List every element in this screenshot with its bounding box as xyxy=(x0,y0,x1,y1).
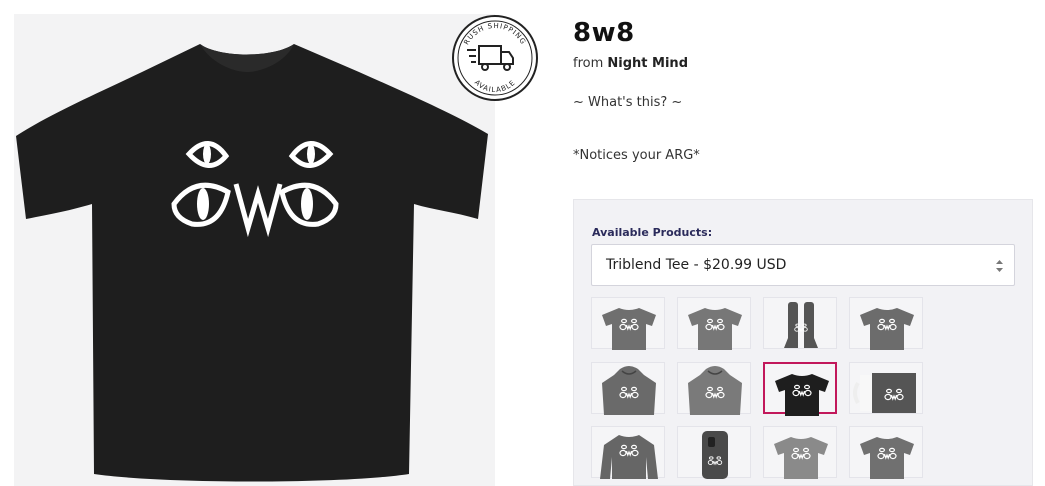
thumb-socks[interactable] xyxy=(763,297,837,349)
hoodie-icon xyxy=(602,366,656,415)
tee-icon xyxy=(860,437,914,479)
product-selector-panel: Available Products: Triblend Tee - $20.9… xyxy=(573,199,1033,486)
thumb-sweatshirt[interactable] xyxy=(591,426,665,479)
available-products-label: Available Products: xyxy=(592,226,713,239)
thumb-tee-grey-2[interactable] xyxy=(677,297,751,350)
product-title: 8w8 xyxy=(573,18,635,48)
thumb-mug[interactable] xyxy=(849,362,923,414)
phone-icon xyxy=(702,431,728,479)
tshirt-graphic xyxy=(16,44,488,482)
store-byline: from Night Mind xyxy=(573,56,1033,71)
from-prefix: from xyxy=(573,56,604,71)
thumb-phone-case[interactable] xyxy=(677,426,751,479)
rush-shipping-badge: RUSH SHIPPING AVAILABLE xyxy=(449,14,541,102)
tee-icon xyxy=(602,308,656,350)
tee-icon xyxy=(688,308,742,350)
thumb-tee-grey[interactable] xyxy=(591,297,665,350)
tee-icon xyxy=(860,308,914,350)
thumb-tee-grey-4[interactable] xyxy=(849,426,923,479)
description-line-2: *Notices your ARG* xyxy=(573,148,700,163)
thumb-triblend-tee[interactable] xyxy=(763,362,837,416)
sweatshirt-icon xyxy=(600,435,658,479)
product-info: 8w8 from Night Mind ~ What's this? ~ *No… xyxy=(573,14,1033,163)
mug-icon xyxy=(853,373,916,413)
product-image xyxy=(14,14,495,486)
store-link[interactable]: Night Mind xyxy=(607,56,688,71)
thumb-zip-hoodie[interactable] xyxy=(677,362,751,415)
thumb-tee-light[interactable] xyxy=(763,426,837,479)
description-line-1: ~ What's this? ~ xyxy=(573,95,683,110)
product-select-value: Triblend Tee - $20.99 USD xyxy=(606,257,787,273)
select-arrows-icon xyxy=(996,260,1003,272)
tee-icon xyxy=(775,374,829,416)
tee-icon xyxy=(774,437,828,479)
thumb-tee-grey-3[interactable] xyxy=(849,297,923,350)
thumb-hoodie[interactable] xyxy=(591,362,665,415)
hoodie-icon xyxy=(688,366,742,415)
socks-icon xyxy=(784,302,818,348)
product-select[interactable]: Triblend Tee - $20.99 USD xyxy=(591,244,1015,286)
